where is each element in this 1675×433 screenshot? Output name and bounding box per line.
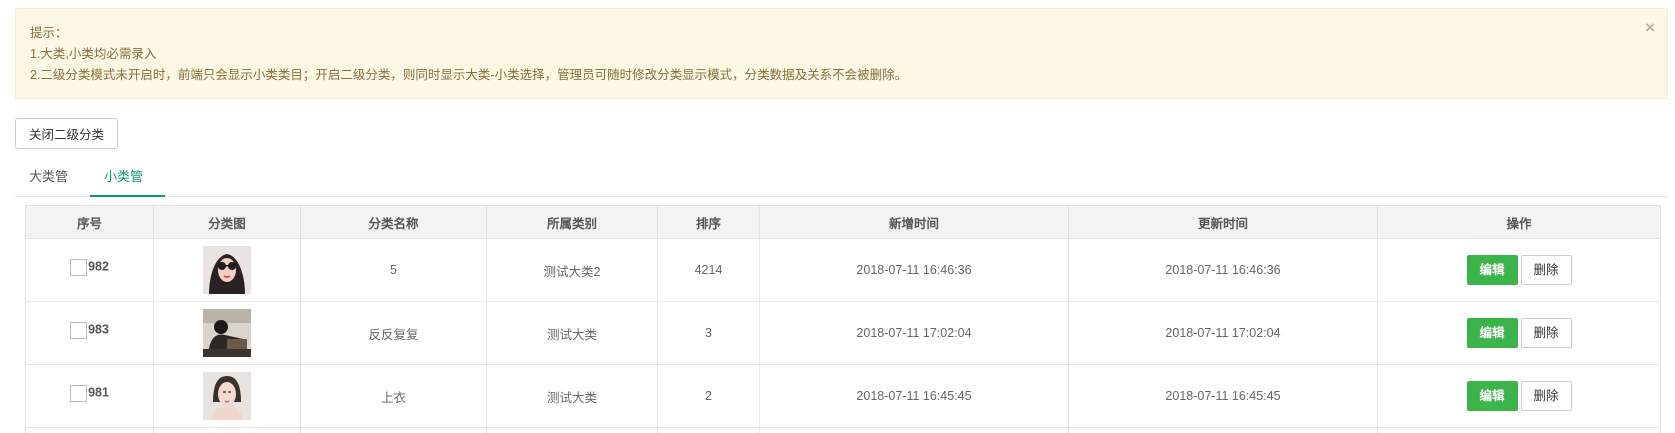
- table-row: 982 5 测试大类2 4214 2018-07-11 16:46:36 201…: [25, 238, 1661, 302]
- row-category: 测试大类: [486, 301, 658, 365]
- category-image: [203, 372, 251, 420]
- row-checkbox[interactable]: [70, 384, 88, 402]
- category-image: [203, 246, 251, 294]
- delete-button[interactable]: 删除: [1520, 255, 1572, 285]
- row-category: 测试大类: [486, 364, 658, 428]
- tab-major-category[interactable]: 大类管理: [15, 159, 88, 220]
- table-header: 序号 分类图 分类名称 所属类别 排序 新增时间 更新时间 操作: [25, 205, 1661, 239]
- row-sort: 2: [657, 364, 760, 428]
- category-tabs: 大类管理 小类管理: [15, 159, 1668, 220]
- header-category: 所属类别: [486, 205, 658, 239]
- row-actions: 编辑 删除: [1377, 238, 1661, 302]
- category-image: [203, 309, 251, 357]
- table-row-partial: [25, 427, 1661, 433]
- row-sort: 4214: [657, 238, 760, 302]
- row-updated: 2018-07-11 16:46:36: [1068, 238, 1378, 302]
- edit-button[interactable]: 编辑: [1466, 318, 1518, 348]
- row-checkbox[interactable]: [70, 321, 88, 339]
- alert-title: 提示：: [30, 26, 68, 40]
- alert-line-1: 1.大类,小类均必需录入: [30, 47, 157, 61]
- row-sort: 3: [657, 301, 760, 365]
- header-seq: 序号: [25, 205, 154, 239]
- header-name: 分类名称: [300, 205, 487, 239]
- row-id: 981: [88, 386, 109, 400]
- row-checkbox[interactable]: [70, 258, 88, 276]
- header-image: 分类图: [153, 205, 301, 239]
- row-actions: 编辑 删除: [1377, 301, 1661, 365]
- row-created: 2018-07-11 16:45:45: [759, 364, 1069, 428]
- close-icon[interactable]: ×: [1645, 19, 1655, 36]
- row-name: 上衣: [300, 364, 487, 428]
- row-category: 测试大类2: [486, 238, 658, 302]
- row-updated: 2018-07-11 17:02:04: [1068, 301, 1378, 365]
- delete-button[interactable]: 删除: [1520, 381, 1572, 411]
- edit-button[interactable]: 编辑: [1466, 255, 1518, 285]
- tab-minor-category[interactable]: 小类管理: [90, 159, 165, 220]
- row-created: 2018-07-11 16:46:36: [759, 238, 1069, 302]
- row-id: 983: [88, 323, 109, 337]
- header-sort: 排序: [657, 205, 760, 239]
- table-row: 981 上衣 测试大类 2 2018-07-11 16:45:45 2018-0…: [25, 364, 1661, 428]
- alert-line-2: 2.二级分类模式未开启时，前端只会显示小类类目；开启二级分类，则同时显示大类-小…: [30, 68, 908, 82]
- row-actions: 编辑 删除: [1377, 364, 1661, 428]
- row-updated: 2018-07-11 16:45:45: [1068, 364, 1378, 428]
- subcategory-table: 序号 分类图 分类名称 所属类别 排序 新增时间 更新时间 操作 982 5 测…: [25, 205, 1661, 433]
- row-name: 5: [300, 238, 487, 302]
- hint-alert: 提示： 1.大类,小类均必需录入 2.二级分类模式未开启时，前端只会显示小类类目…: [15, 8, 1668, 99]
- edit-button[interactable]: 编辑: [1466, 381, 1518, 411]
- header-created: 新增时间: [759, 205, 1069, 239]
- table-row: 983 反反复复 测试大类 3 2018-07-11 17:02:04 2018…: [25, 301, 1661, 365]
- header-updated: 更新时间: [1068, 205, 1378, 239]
- row-id: 982: [88, 260, 109, 274]
- header-actions: 操作: [1377, 205, 1661, 239]
- row-name: 反反复复: [300, 301, 487, 365]
- toggle-subcategory-button[interactable]: 关闭二级分类: [15, 118, 118, 149]
- delete-button[interactable]: 删除: [1520, 318, 1572, 348]
- row-created: 2018-07-11 17:02:04: [759, 301, 1069, 365]
